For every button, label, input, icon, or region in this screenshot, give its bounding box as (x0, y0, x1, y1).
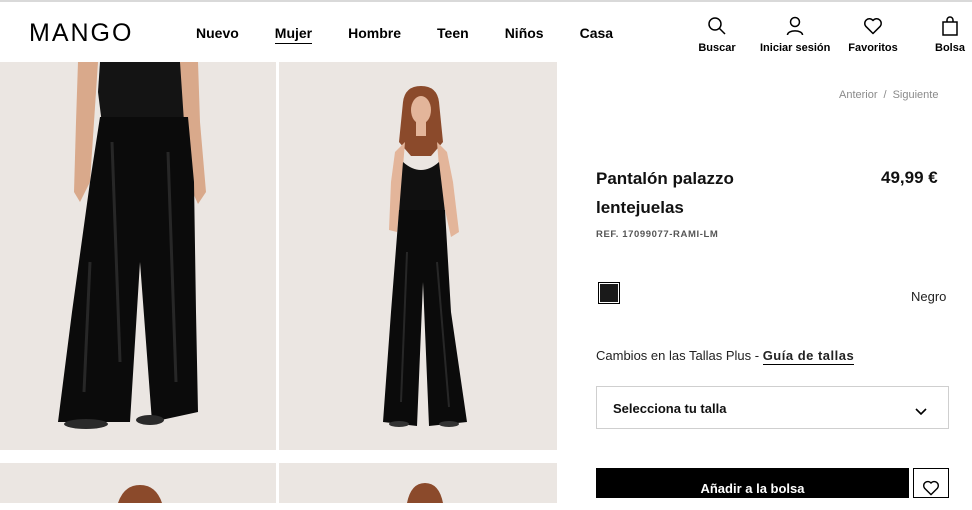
search-button[interactable]: Buscar (697, 14, 737, 54)
heart-icon (848, 14, 898, 38)
brand-logo[interactable]: MANGO (29, 19, 133, 48)
login-label: Iniciar sesión (760, 42, 831, 54)
nav-item-casa[interactable]: Casa (580, 25, 613, 41)
nav-item-nuevo[interactable]: Nuevo (196, 25, 239, 41)
login-button[interactable]: Iniciar sesión (760, 14, 830, 54)
nav-item-mujer[interactable]: Mujer (274, 25, 313, 44)
size-select[interactable]: Selecciona tu talla (596, 386, 949, 429)
swatch-fill (600, 284, 618, 302)
bag-button[interactable]: Bolsa (932, 14, 968, 54)
search-label: Buscar (698, 42, 736, 54)
size-change-text: Cambios en las Tallas Plus - (596, 348, 760, 363)
chevron-down-icon (915, 403, 927, 421)
search-icon (697, 14, 737, 38)
size-guide-link[interactable]: Guía de tallas (762, 348, 855, 365)
bag-label: Bolsa (935, 42, 965, 54)
product-image-detail-1[interactable] (0, 463, 276, 503)
bag-icon (932, 14, 968, 38)
color-swatch-negro[interactable] (598, 282, 620, 304)
product-image-detail-2[interactable] (279, 463, 557, 503)
nav-item-hombre[interactable]: Hombre (348, 25, 401, 41)
product-title: Pantalón palazzo lentejuelas (596, 169, 734, 217)
nav-item-teen[interactable]: Teen (437, 25, 469, 41)
size-select-placeholder: Selecciona tu talla (613, 401, 727, 416)
previous-link[interactable]: Anterior (839, 89, 878, 101)
site-header: MANGO Nuevo Mujer Hombre Teen Niños Casa… (0, 2, 972, 62)
selected-color-name: Negro (911, 289, 947, 304)
user-icon (760, 14, 830, 38)
favorites-label: Favoritos (848, 42, 898, 54)
product-price: 49,99 € (881, 168, 938, 187)
main-nav: Nuevo Mujer Hombre Teen Niños Casa (196, 25, 649, 44)
next-link[interactable]: Siguiente (893, 89, 939, 101)
product-gallery (0, 62, 557, 503)
breadcrumb-separator: / (883, 89, 887, 101)
product-image-closeup[interactable] (0, 62, 276, 450)
favorites-button[interactable]: Favoritos (848, 14, 898, 54)
header-actions: Buscar Iniciar sesión Favoritos Bolsa (690, 14, 972, 58)
nav-item-ninos[interactable]: Niños (505, 25, 544, 41)
add-to-favorites-button[interactable] (913, 468, 949, 498)
product-image-full-body[interactable] (279, 62, 557, 450)
size-info-line: Cambios en las Tallas Plus - Guía de tal… (596, 348, 855, 365)
product-reference: REF. 17099077-RAMI-LM (596, 229, 719, 240)
add-to-bag-button[interactable]: Añadir a la bolsa (596, 468, 909, 498)
product-pagination: Anterior / Siguiente (839, 89, 938, 101)
